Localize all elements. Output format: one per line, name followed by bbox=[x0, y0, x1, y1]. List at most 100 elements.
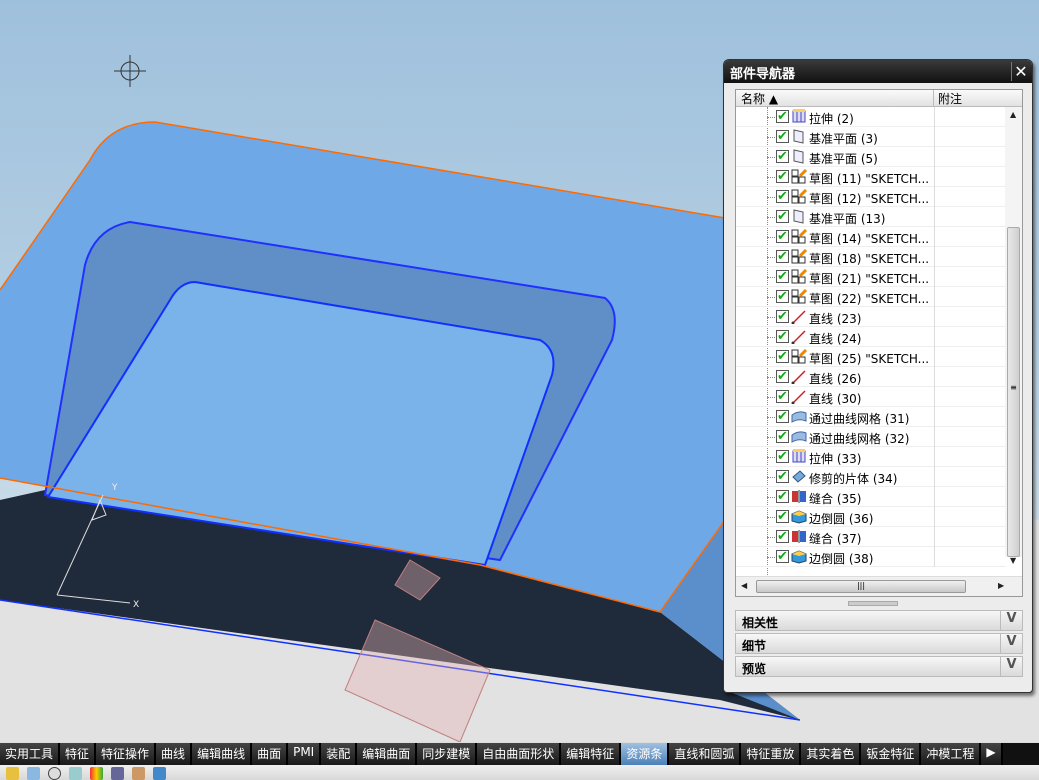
users-icon[interactable] bbox=[132, 767, 145, 780]
toolbar-icons bbox=[0, 765, 1039, 780]
tab-1[interactable]: 特征 bbox=[60, 743, 97, 765]
tree-row[interactable]: ✔ 草图 (12) "SKETCH... bbox=[736, 187, 1006, 207]
visibility-checkbox[interactable]: ✔ bbox=[776, 110, 789, 123]
tree-row[interactable]: ✔ 通过曲线网格 (31) bbox=[736, 407, 1006, 427]
scroll-down-icon[interactable]: ▼ bbox=[1010, 556, 1016, 565]
tree-row[interactable]: ✔ 缝合 (35) bbox=[736, 487, 1006, 507]
tree-row[interactable]: ✔ 直线 (23) bbox=[736, 307, 1006, 327]
visibility-checkbox[interactable]: ✔ bbox=[776, 490, 789, 503]
visibility-checkbox[interactable]: ✔ bbox=[776, 270, 789, 283]
tab-8[interactable]: 编辑曲面 bbox=[357, 743, 418, 765]
tab-6[interactable]: PMI bbox=[288, 743, 322, 765]
visibility-checkbox[interactable]: ✔ bbox=[776, 250, 789, 263]
column-header-name[interactable]: 名称 ▲ bbox=[736, 90, 934, 106]
tree-row[interactable]: ✔ 直线 (30) bbox=[736, 387, 1006, 407]
visibility-checkbox[interactable]: ✔ bbox=[776, 210, 789, 223]
visibility-checkbox[interactable]: ✔ bbox=[776, 190, 789, 203]
close-icon[interactable]: ✕ bbox=[1011, 62, 1030, 81]
visibility-checkbox[interactable]: ✔ bbox=[776, 530, 789, 543]
section-preview[interactable]: 预览 V bbox=[735, 656, 1023, 677]
tab-11[interactable]: 编辑特征 bbox=[561, 743, 622, 765]
tab-12[interactable]: 资源条 bbox=[621, 743, 670, 765]
visibility-checkbox[interactable]: ✔ bbox=[776, 150, 789, 163]
tree-row[interactable]: ✔ 草图 (14) "SKETCH... bbox=[736, 227, 1006, 247]
tree-row[interactable]: ✔ 基准平面 (13) bbox=[736, 207, 1006, 227]
tab-2[interactable]: 特征操作 bbox=[96, 743, 157, 765]
visibility-checkbox[interactable]: ✔ bbox=[776, 390, 789, 403]
tools-icon[interactable] bbox=[111, 767, 124, 780]
vertical-scroll-thumb[interactable]: ≡ bbox=[1007, 227, 1020, 557]
visibility-checkbox[interactable]: ✔ bbox=[776, 510, 789, 523]
tree-row[interactable]: ✔ 边倒圆 (38) bbox=[736, 547, 1006, 567]
tree-row[interactable]: ✔ 草图 (22) "SKETCH... bbox=[736, 287, 1006, 307]
feature-label: 缝合 (37) bbox=[809, 532, 862, 546]
tab-0[interactable]: 实用工具 bbox=[0, 743, 61, 765]
tabs-more-icon[interactable]: ▶ bbox=[981, 743, 1003, 765]
tree-row[interactable]: ✔ 直线 (24) bbox=[736, 327, 1006, 347]
tab-9[interactable]: 同步建模 bbox=[417, 743, 478, 765]
tree-row[interactable]: ✔ 修剪的片体 (34) bbox=[736, 467, 1006, 487]
chevron-down-icon[interactable]: V bbox=[1000, 611, 1022, 630]
vertical-scrollbar[interactable]: ▲ ≡ ▼ bbox=[1005, 107, 1022, 565]
tab-16[interactable]: 钣金特征 bbox=[861, 743, 922, 765]
visibility-checkbox[interactable]: ✔ bbox=[776, 370, 789, 383]
scroll-right-icon[interactable]: ▶ bbox=[998, 581, 1004, 590]
column-header-note[interactable]: 附注 bbox=[934, 90, 962, 106]
visibility-checkbox[interactable]: ✔ bbox=[776, 330, 789, 343]
tab-13[interactable]: 直线和圆弧 bbox=[669, 743, 742, 765]
tab-4[interactable]: 编辑曲线 bbox=[192, 743, 253, 765]
tree-row[interactable]: ✔ 草图 (25) "SKETCH... bbox=[736, 347, 1006, 367]
feature-label: 通过曲线网格 (32) bbox=[809, 432, 910, 446]
color-icon[interactable] bbox=[90, 767, 103, 780]
tree-row[interactable]: ✔ 拉伸 (33) bbox=[736, 447, 1006, 467]
scroll-up-icon[interactable]: ▲ bbox=[1010, 110, 1016, 119]
horizontal-scroll-thumb[interactable]: ||| bbox=[756, 580, 966, 593]
document-icon[interactable] bbox=[27, 767, 40, 780]
mesh-surface-icon bbox=[791, 429, 807, 444]
visibility-checkbox[interactable]: ✔ bbox=[776, 550, 789, 563]
tree-row[interactable]: ✔ 缝合 (37) bbox=[736, 527, 1006, 547]
tab-15[interactable]: 其实着色 bbox=[801, 743, 862, 765]
visibility-checkbox[interactable]: ✔ bbox=[776, 450, 789, 463]
tree-row[interactable]: ✔ 草图 (11) "SKETCH... bbox=[736, 167, 1006, 187]
visibility-checkbox[interactable]: ✔ bbox=[776, 430, 789, 443]
feature-label: 草图 (25) "SKETCH... bbox=[809, 352, 930, 366]
tab-3[interactable]: 曲线 bbox=[156, 743, 193, 765]
chevron-down-icon[interactable]: V bbox=[1000, 657, 1022, 676]
tree-row[interactable]: ✔ 基准平面 (5) bbox=[736, 147, 1006, 167]
tree-row[interactable]: ✔ 通过曲线网格 (32) bbox=[736, 427, 1006, 447]
visibility-checkbox[interactable]: ✔ bbox=[776, 350, 789, 363]
visibility-checkbox[interactable]: ✔ bbox=[776, 170, 789, 183]
tree-row[interactable]: ✔ 拉伸 (2) bbox=[736, 107, 1006, 127]
visibility-checkbox[interactable]: ✔ bbox=[776, 290, 789, 303]
image-icon[interactable] bbox=[153, 767, 166, 780]
panel-splitter[interactable] bbox=[848, 601, 898, 606]
open-icon[interactable] bbox=[6, 767, 19, 780]
tab-10[interactable]: 自由曲面形状 bbox=[477, 743, 562, 765]
tab-14[interactable]: 特征重放 bbox=[741, 743, 802, 765]
scroll-left-icon[interactable]: ◀ bbox=[741, 581, 747, 590]
tree-row[interactable]: ✔ 草图 (21) "SKETCH... bbox=[736, 267, 1006, 287]
feature-label: 基准平面 (13) bbox=[809, 212, 886, 226]
section-dependencies[interactable]: 相关性 V bbox=[735, 610, 1023, 631]
tab-5[interactable]: 曲面 bbox=[252, 743, 289, 765]
tab-7[interactable]: 装配 bbox=[321, 743, 358, 765]
visibility-checkbox[interactable]: ✔ bbox=[776, 130, 789, 143]
tab-17[interactable]: 冲模工程 bbox=[921, 743, 982, 765]
visibility-checkbox[interactable]: ✔ bbox=[776, 230, 789, 243]
datum-plane-icon bbox=[791, 149, 807, 164]
horizontal-scrollbar[interactable]: ◀ ||| ▶ bbox=[736, 576, 1022, 596]
tree-row[interactable]: ✔ 边倒圆 (36) bbox=[736, 507, 1006, 527]
tree-row[interactable]: ✔ 基准平面 (3) bbox=[736, 127, 1006, 147]
list-icon[interactable] bbox=[69, 767, 82, 780]
panel-title-bar[interactable]: 部件导航器 ✕ bbox=[724, 60, 1032, 83]
visibility-checkbox[interactable]: ✔ bbox=[776, 310, 789, 323]
chevron-down-icon[interactable]: V bbox=[1000, 634, 1022, 653]
visibility-checkbox[interactable]: ✔ bbox=[776, 410, 789, 423]
tree-row[interactable]: ✔ 直线 (26) bbox=[736, 367, 1006, 387]
section-details[interactable]: 细节 V bbox=[735, 633, 1023, 654]
sew-icon bbox=[791, 489, 807, 504]
tree-row[interactable]: ✔ 草图 (18) "SKETCH... bbox=[736, 247, 1006, 267]
clock-icon[interactable] bbox=[48, 767, 61, 780]
visibility-checkbox[interactable]: ✔ bbox=[776, 470, 789, 483]
